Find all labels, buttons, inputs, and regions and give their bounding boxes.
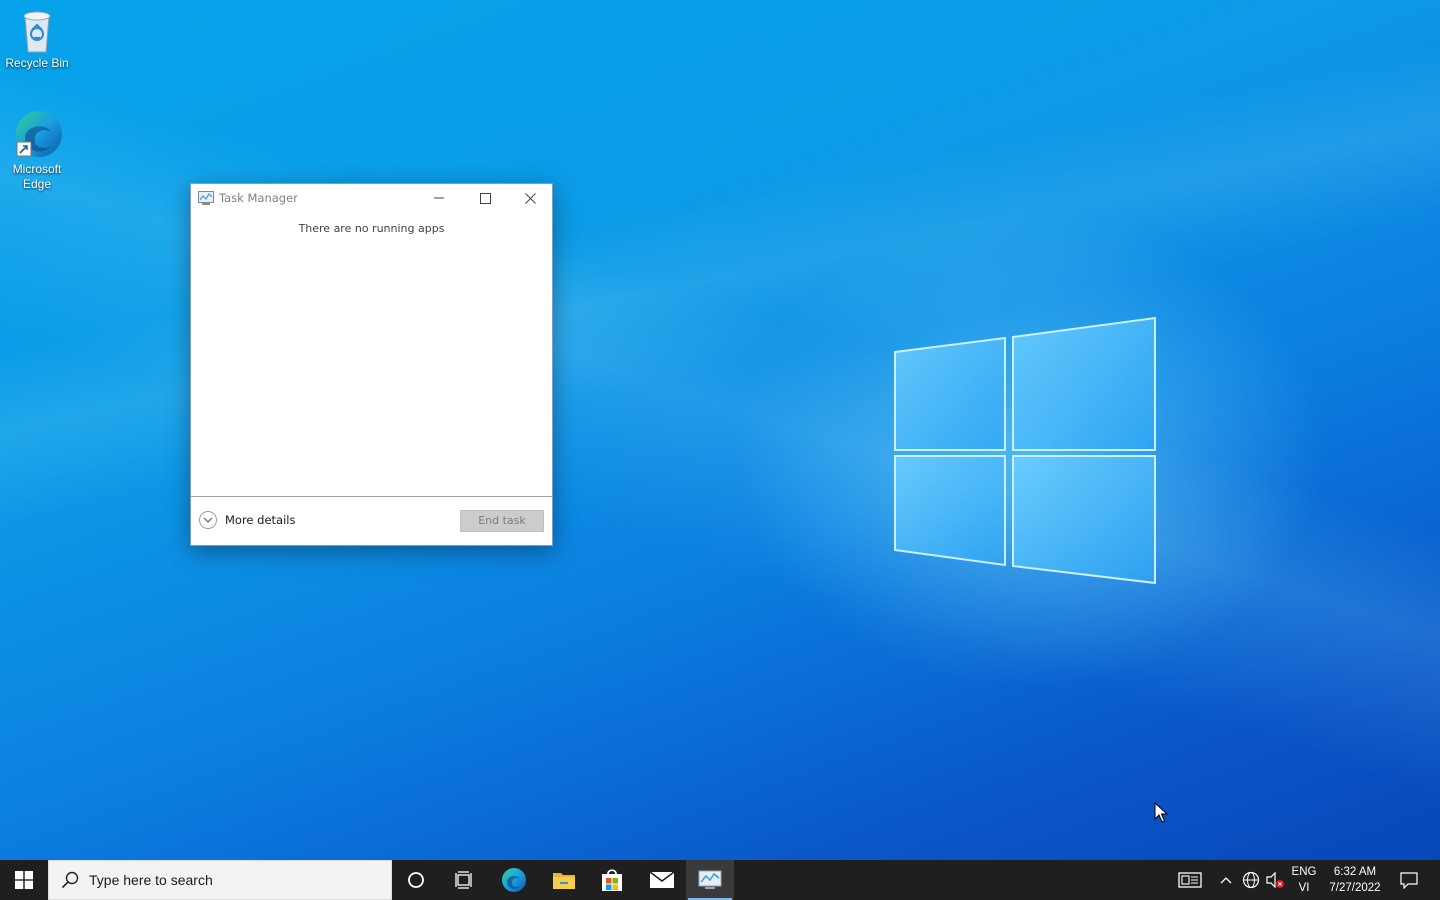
mouse-cursor-icon [1154, 802, 1168, 823]
network-button[interactable] [1240, 860, 1262, 900]
more-details-button[interactable]: More details [199, 511, 295, 529]
task-view-button[interactable] [440, 860, 488, 900]
volume-button[interactable] [1264, 860, 1286, 900]
task-view-icon [455, 871, 472, 889]
desktop-icon-microsoft-edge[interactable]: Microsoft Edge [0, 108, 74, 192]
minimize-button[interactable] [416, 184, 462, 212]
task-manager-window[interactable]: Task Manager There are no running apps M… [190, 183, 553, 546]
desktop-icon-label: Microsoft Edge [12, 162, 62, 191]
taskbar: Type here to search ENG VI 6:32 AM 7/27/… [0, 860, 1440, 900]
language-indicator[interactable]: ENG VI [1288, 864, 1320, 896]
no-apps-message: There are no running apps [298, 222, 445, 235]
microsoft-store-button[interactable] [588, 860, 636, 900]
cortana-icon [408, 872, 424, 888]
notification-icon [1400, 872, 1418, 889]
clock[interactable]: 6:32 AM 7/27/2022 [1324, 864, 1386, 896]
taskbar-task-manager-button[interactable] [686, 860, 734, 900]
clock-time: 6:32 AM [1333, 866, 1377, 878]
mail-icon [649, 871, 675, 888]
microsoft-store-icon [602, 869, 622, 891]
search-placeholder: Type here to search [89, 872, 213, 888]
chevron-up-icon [1220, 877, 1232, 884]
desktop-icon-label: Recycle Bin [5, 56, 69, 70]
show-hidden-icons-button[interactable] [1214, 860, 1238, 900]
file-explorer-icon [553, 873, 575, 889]
clock-date: 7/27/2022 [1329, 882, 1381, 894]
maximize-button[interactable] [462, 184, 508, 212]
input-method: VI [1298, 882, 1310, 894]
action-center-button[interactable] [1392, 860, 1426, 900]
task-manager-icon [198, 191, 214, 205]
taskbar-search-box[interactable]: Type here to search [48, 860, 392, 900]
footer-bar: More details End task [191, 496, 552, 545]
desktop: Recycle Bin Microsoft Edge Task Manager … [0, 0, 1440, 860]
volume-muted-icon [1266, 871, 1284, 889]
language-code: ENG [1291, 866, 1317, 878]
desktop-icon-recycle-bin[interactable]: Recycle Bin [0, 8, 74, 71]
search-icon [61, 871, 79, 889]
edge-icon [16, 111, 62, 157]
end-task-button[interactable]: End task [460, 510, 544, 532]
title-bar[interactable]: Task Manager [191, 184, 552, 212]
more-details-label: More details [225, 513, 296, 527]
start-button[interactable] [0, 860, 48, 900]
taskbar-edge-button[interactable] [490, 860, 538, 900]
window-title: Task Manager [219, 191, 298, 205]
network-globe-icon [1242, 871, 1260, 889]
news-and-interests-button[interactable] [1170, 860, 1210, 900]
maximize-icon [479, 192, 491, 204]
mail-button[interactable] [638, 860, 686, 900]
windows-start-icon [15, 871, 33, 889]
task-manager-icon [698, 870, 722, 889]
cortana-button[interactable] [392, 860, 440, 900]
file-explorer-button[interactable] [540, 860, 588, 900]
edge-icon [502, 868, 526, 892]
minimize-icon [434, 197, 444, 199]
close-button[interactable] [507, 184, 553, 212]
close-icon [524, 192, 536, 204]
recycle-bin-icon [23, 11, 51, 53]
windows-logo-wallpaper [894, 316, 1156, 585]
news-icon [1178, 872, 1202, 888]
chevron-down-icon [199, 511, 217, 529]
